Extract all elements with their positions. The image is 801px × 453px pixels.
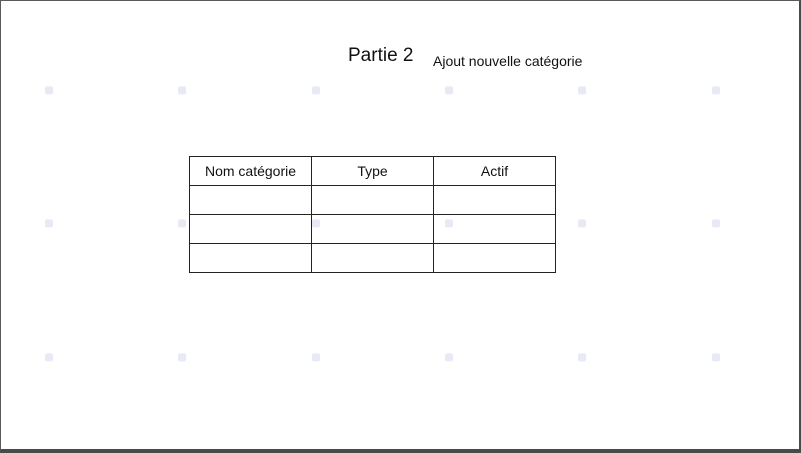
table-cell[interactable]	[433, 214, 556, 244]
mockitt-logo-icon	[445, 353, 454, 362]
mockitt-logo-icon	[45, 86, 54, 95]
table-cell[interactable]	[189, 185, 312, 215]
column-header-nom-categorie: Nom catégorie	[189, 156, 312, 186]
watermark-mark	[709, 49, 764, 98]
watermark-mark	[309, 316, 364, 365]
watermark-mark	[575, 182, 630, 231]
watermark-mark	[709, 414, 764, 449]
watermark-mark	[709, 316, 764, 365]
mockitt-logo-icon	[578, 353, 587, 362]
table-cell[interactable]	[189, 214, 312, 244]
table-cell[interactable]	[433, 243, 556, 273]
watermark-mark	[42, 182, 97, 231]
watermark-mark	[442, 414, 497, 449]
watermark-mark	[709, 182, 764, 231]
watermark-mark	[442, 316, 497, 365]
mockitt-logo-icon	[578, 86, 587, 95]
watermark-mark	[309, 414, 364, 449]
table-cell[interactable]	[433, 185, 556, 215]
mockitt-logo-icon	[45, 219, 54, 228]
watermark-mark	[575, 49, 630, 98]
watermark-mark	[175, 49, 230, 98]
watermark-mark	[42, 414, 97, 449]
mockitt-logo-icon	[712, 86, 721, 95]
mockitt-logo-icon	[45, 353, 54, 362]
column-header-type: Type	[311, 156, 434, 186]
table-cell[interactable]	[311, 243, 434, 273]
table-row	[189, 185, 556, 215]
mockup-canvas: Partie 2 Ajout nouvelle catégorie Nom ca…	[0, 0, 801, 453]
page-subtitle: Ajout nouvelle catégorie	[433, 53, 583, 69]
watermark-mark	[42, 49, 97, 98]
table-cell[interactable]	[311, 185, 434, 215]
mockitt-logo-icon	[712, 219, 721, 228]
mockitt-logo-icon	[712, 353, 721, 362]
table-row	[189, 214, 556, 244]
column-header-actif: Actif	[433, 156, 556, 186]
table-cell[interactable]	[311, 214, 434, 244]
mockitt-logo-icon	[178, 219, 187, 228]
table-row	[189, 243, 556, 273]
mockitt-logo-icon	[312, 86, 321, 95]
page-title: Partie 2	[348, 45, 414, 66]
watermark-mark	[175, 414, 230, 449]
mockitt-logo-icon	[178, 353, 187, 362]
watermark-mark	[575, 316, 630, 365]
category-table: Nom catégorie Type Actif	[189, 156, 556, 273]
mockitt-logo-icon	[445, 86, 454, 95]
watermark-mark	[575, 414, 630, 449]
mockitt-logo-icon	[312, 353, 321, 362]
mockitt-logo-icon	[578, 219, 587, 228]
table-cell[interactable]	[189, 243, 312, 273]
watermark-mark	[42, 316, 97, 365]
watermark-mark	[175, 316, 230, 365]
table-header-row: Nom catégorie Type Actif	[189, 156, 556, 186]
mockitt-logo-icon	[178, 86, 187, 95]
